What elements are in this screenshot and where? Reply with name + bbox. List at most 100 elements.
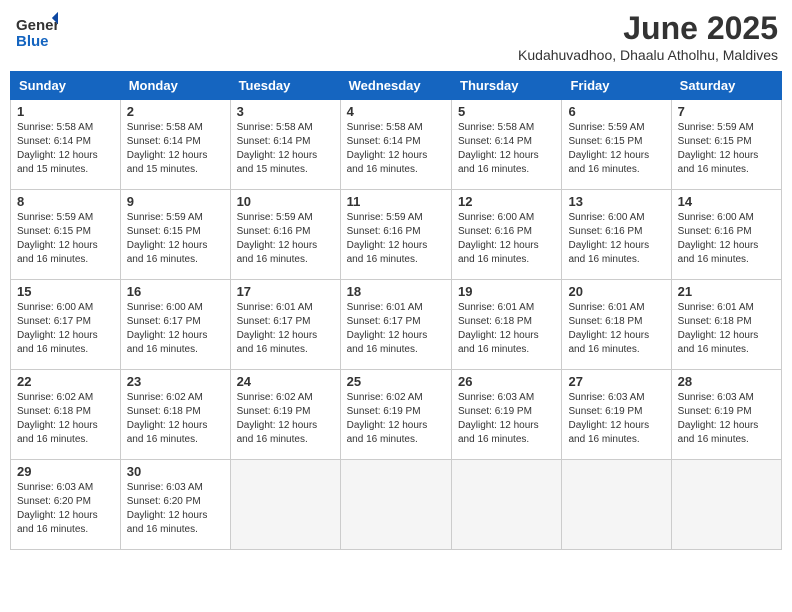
day-number: 28: [678, 374, 775, 389]
day-info: Sunrise: 5:58 AM Sunset: 6:14 PM Dayligh…: [17, 121, 114, 177]
calendar-cell: 2Sunrise: 5:58 AM Sunset: 6:14 PM Daylig…: [120, 100, 230, 190]
calendar-cell: 11 Sunrise: 5:59 AM Sunset: 6:16 PM Dayli…: [340, 190, 451, 280]
day-number: 11: [347, 194, 445, 209]
day-info: Sunrise: 6:00 AM Sunset: 6:16 PM Dayligh…: [678, 211, 775, 267]
day-number: 4: [347, 104, 445, 119]
day-info: Sunrise: 6:02 AM Sunset: 6:19 PM Dayligh…: [237, 391, 334, 447]
svg-text:Blue: Blue: [16, 33, 49, 50]
day-info: Sunrise: 5:58 AM Sunset: 6:14 PM Dayligh…: [458, 121, 555, 177]
day-number: 17: [237, 284, 334, 299]
day-number: 7: [678, 104, 775, 119]
calendar-cell: 25 Sunrise: 6:02 AM Sunset: 6:19 PM Dayli…: [340, 370, 451, 460]
day-info: Sunrise: 6:00 AM Sunset: 6:16 PM Dayligh…: [568, 211, 664, 267]
day-info: Sunrise: 5:58 AM Sunset: 6:14 PM Dayligh…: [127, 121, 224, 177]
calendar-cell: 12 Sunrise: 6:00 AM Sunset: 6:16 PM Dayli…: [452, 190, 562, 280]
day-number: 15: [17, 284, 114, 299]
day-info: Sunrise: 6:01 AM Sunset: 6:18 PM Dayligh…: [678, 301, 775, 357]
day-number: 20: [568, 284, 664, 299]
day-number: 9: [127, 194, 224, 209]
calendar-cell: 14 Sunrise: 6:00 AM Sunset: 6:16 PM Dayli…: [671, 190, 781, 280]
weekday-header-thursday: Thursday: [452, 72, 562, 100]
day-info: Sunrise: 6:00 AM Sunset: 6:16 PM Dayligh…: [458, 211, 555, 267]
logo-graphic: General Blue: [14, 10, 58, 59]
day-number: 14: [678, 194, 775, 209]
calendar-cell: 16 Sunrise: 6:00 AM Sunset: 6:17 PM Dayli…: [120, 280, 230, 370]
day-info: Sunrise: 6:02 AM Sunset: 6:19 PM Dayligh…: [347, 391, 445, 447]
week-row-1: 1Sunrise: 5:58 AM Sunset: 6:14 PM Daylig…: [11, 100, 782, 190]
calendar-cell: 20 Sunrise: 6:01 AM Sunset: 6:18 PM Dayli…: [562, 280, 671, 370]
logo: General Blue: [14, 10, 58, 59]
day-number: 25: [347, 374, 445, 389]
day-number: 24: [237, 374, 334, 389]
weekday-header-row: SundayMondayTuesdayWednesdayThursdayFrid…: [11, 72, 782, 100]
calendar-cell: 29 Sunrise: 6:03 AM Sunset: 6:20 PM Dayli…: [11, 460, 121, 550]
week-row-2: 8 Sunrise: 5:59 AM Sunset: 6:15 PM Daylig…: [11, 190, 782, 280]
day-number: 13: [568, 194, 664, 209]
calendar-table: SundayMondayTuesdayWednesdayThursdayFrid…: [10, 71, 782, 550]
calendar-cell: 17 Sunrise: 6:01 AM Sunset: 6:17 PM Dayli…: [230, 280, 340, 370]
calendar-cell: 7 Sunrise: 5:59 AM Sunset: 6:15 PM Daylig…: [671, 100, 781, 190]
weekday-header-monday: Monday: [120, 72, 230, 100]
day-number: 26: [458, 374, 555, 389]
day-info: Sunrise: 6:01 AM Sunset: 6:17 PM Dayligh…: [237, 301, 334, 357]
calendar-cell: 3Sunrise: 5:58 AM Sunset: 6:14 PM Daylig…: [230, 100, 340, 190]
day-info: Sunrise: 6:03 AM Sunset: 6:20 PM Dayligh…: [17, 481, 114, 537]
day-info: Sunrise: 6:03 AM Sunset: 6:20 PM Dayligh…: [127, 481, 224, 537]
calendar-cell: 10Sunrise: 5:59 AM Sunset: 6:16 PM Dayli…: [230, 190, 340, 280]
day-number: 22: [17, 374, 114, 389]
day-info: Sunrise: 5:59 AM Sunset: 6:15 PM Dayligh…: [678, 121, 775, 177]
calendar-cell: 8 Sunrise: 5:59 AM Sunset: 6:15 PM Daylig…: [11, 190, 121, 280]
week-row-3: 15 Sunrise: 6:00 AM Sunset: 6:17 PM Dayli…: [11, 280, 782, 370]
calendar-cell: 13 Sunrise: 6:00 AM Sunset: 6:16 PM Dayli…: [562, 190, 671, 280]
svg-text:General: General: [16, 17, 58, 34]
week-row-5: 29 Sunrise: 6:03 AM Sunset: 6:20 PM Dayli…: [11, 460, 782, 550]
calendar-cell: 18Sunrise: 6:01 AM Sunset: 6:17 PM Dayli…: [340, 280, 451, 370]
calendar-cell: 26 Sunrise: 6:03 AM Sunset: 6:19 PM Dayli…: [452, 370, 562, 460]
calendar-cell: 5 Sunrise: 5:58 AM Sunset: 6:14 PM Daylig…: [452, 100, 562, 190]
day-info: Sunrise: 5:58 AM Sunset: 6:14 PM Dayligh…: [347, 121, 445, 177]
day-number: 30: [127, 464, 224, 479]
calendar-cell: 19 Sunrise: 6:01 AM Sunset: 6:18 PM Dayli…: [452, 280, 562, 370]
weekday-header-friday: Friday: [562, 72, 671, 100]
day-info: Sunrise: 5:59 AM Sunset: 6:16 PM Dayligh…: [237, 211, 334, 267]
day-info: Sunrise: 6:03 AM Sunset: 6:19 PM Dayligh…: [458, 391, 555, 447]
day-number: 12: [458, 194, 555, 209]
calendar-cell: 9 Sunrise: 5:59 AM Sunset: 6:15 PM Daylig…: [120, 190, 230, 280]
day-number: 8: [17, 194, 114, 209]
day-number: 6: [568, 104, 664, 119]
week-row-4: 22 Sunrise: 6:02 AM Sunset: 6:18 PM Dayli…: [11, 370, 782, 460]
calendar-cell: 6 Sunrise: 5:59 AM Sunset: 6:15 PM Daylig…: [562, 100, 671, 190]
calendar-cell: 1Sunrise: 5:58 AM Sunset: 6:14 PM Daylig…: [11, 100, 121, 190]
day-info: Sunrise: 5:59 AM Sunset: 6:15 PM Dayligh…: [127, 211, 224, 267]
calendar-cell: 23 Sunrise: 6:02 AM Sunset: 6:18 PM Dayli…: [120, 370, 230, 460]
day-number: 19: [458, 284, 555, 299]
calendar-cell: [452, 460, 562, 550]
page-header: General Blue June 2025 Kudahuvadhoo, Dha…: [10, 10, 782, 63]
day-info: Sunrise: 6:02 AM Sunset: 6:18 PM Dayligh…: [127, 391, 224, 447]
calendar-subtitle: Kudahuvadhoo, Dhaalu Atholhu, Maldives: [518, 47, 778, 63]
day-number: 5: [458, 104, 555, 119]
day-info: Sunrise: 6:00 AM Sunset: 6:17 PM Dayligh…: [17, 301, 114, 357]
calendar-cell: [562, 460, 671, 550]
weekday-header-wednesday: Wednesday: [340, 72, 451, 100]
day-number: 29: [17, 464, 114, 479]
day-info: Sunrise: 6:01 AM Sunset: 6:18 PM Dayligh…: [458, 301, 555, 357]
day-info: Sunrise: 6:03 AM Sunset: 6:19 PM Dayligh…: [568, 391, 664, 447]
day-info: Sunrise: 6:02 AM Sunset: 6:18 PM Dayligh…: [17, 391, 114, 447]
day-info: Sunrise: 6:00 AM Sunset: 6:17 PM Dayligh…: [127, 301, 224, 357]
calendar-cell: [230, 460, 340, 550]
day-info: Sunrise: 5:59 AM Sunset: 6:16 PM Dayligh…: [347, 211, 445, 267]
calendar-cell: 21Sunrise: 6:01 AM Sunset: 6:18 PM Dayli…: [671, 280, 781, 370]
day-info: Sunrise: 6:01 AM Sunset: 6:17 PM Dayligh…: [347, 301, 445, 357]
day-info: Sunrise: 6:03 AM Sunset: 6:19 PM Dayligh…: [678, 391, 775, 447]
day-number: 16: [127, 284, 224, 299]
day-info: Sunrise: 5:59 AM Sunset: 6:15 PM Dayligh…: [17, 211, 114, 267]
weekday-header-tuesday: Tuesday: [230, 72, 340, 100]
day-info: Sunrise: 5:58 AM Sunset: 6:14 PM Dayligh…: [237, 121, 334, 177]
day-info: Sunrise: 5:59 AM Sunset: 6:15 PM Dayligh…: [568, 121, 664, 177]
day-number: 23: [127, 374, 224, 389]
day-info: Sunrise: 6:01 AM Sunset: 6:18 PM Dayligh…: [568, 301, 664, 357]
title-block: June 2025 Kudahuvadhoo, Dhaalu Atholhu, …: [518, 10, 778, 63]
calendar-cell: 4 Sunrise: 5:58 AM Sunset: 6:14 PM Daylig…: [340, 100, 451, 190]
calendar-cell: [671, 460, 781, 550]
